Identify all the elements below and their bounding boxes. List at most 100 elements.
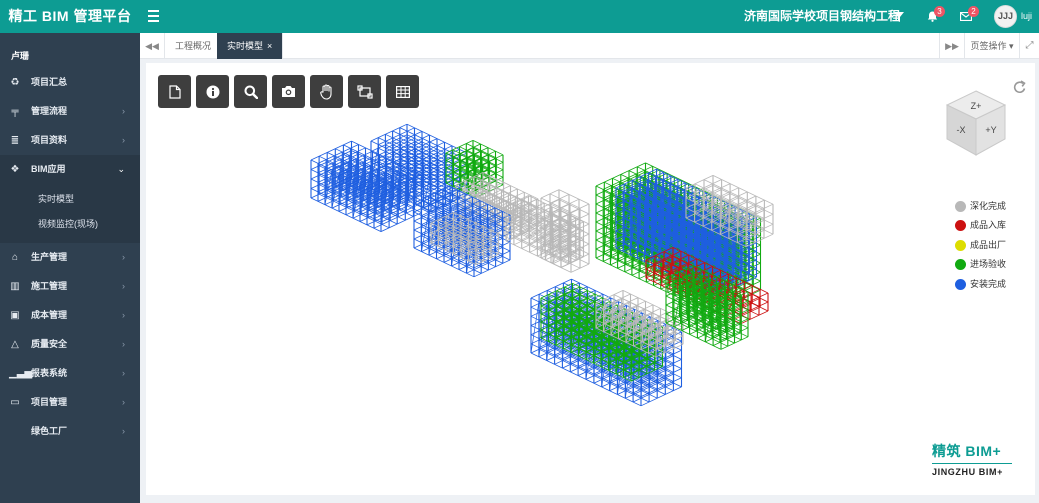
fullscreen-icon[interactable]: ⤢ bbox=[1019, 33, 1039, 59]
chevron-right-icon: › bbox=[122, 252, 125, 262]
legend-label: 成品出厂 bbox=[970, 239, 1007, 250]
info-icon bbox=[206, 85, 219, 98]
sidebar-item-label: 质量安全 bbox=[31, 339, 68, 349]
tab-scroll-left-icon[interactable]: ◀◀ bbox=[140, 33, 165, 59]
cubes-icon: ❖ bbox=[10, 164, 20, 175]
model-viewer[interactable]: Z+ -X +Y 深化完成 成品入库 成品出厂 进场验收 安装完成 精筑 BIM… bbox=[146, 63, 1035, 495]
caret-down-icon: ▾ bbox=[1009, 41, 1014, 51]
sidebar-item-cost[interactable]: ▣ 成本管理 › bbox=[0, 301, 140, 330]
messages-badge: 2 bbox=[968, 6, 979, 17]
bim-3d-model[interactable] bbox=[146, 63, 1035, 495]
chevron-right-icon: › bbox=[122, 426, 125, 436]
sidebar-item-project-mgmt[interactable]: ▭ 项目管理 › bbox=[0, 388, 140, 417]
reset-view-icon[interactable] bbox=[1012, 79, 1028, 95]
sidebar-item-label: 成本管理 bbox=[31, 310, 68, 320]
tab-label: 实时模型 bbox=[227, 41, 264, 51]
chevron-right-icon: › bbox=[122, 339, 125, 349]
search-icon bbox=[244, 85, 258, 99]
project-title[interactable]: 济南国际学校项目钢结构工程 bbox=[744, 0, 900, 33]
sidebar-item-label: 项目管理 bbox=[31, 397, 68, 407]
search-button[interactable] bbox=[234, 75, 267, 108]
signal-icon: ▁▃▅ bbox=[9, 368, 33, 379]
sidebar-item-label: 绿色工厂 bbox=[31, 426, 68, 436]
legend-swatch bbox=[955, 278, 966, 290]
sidebar-item-production[interactable]: ⌂ 生产管理 › bbox=[0, 243, 140, 272]
legend-item-deepened: 深化完成 bbox=[955, 197, 1006, 216]
tab-operations-label: 页签操作 bbox=[970, 41, 1007, 51]
legend-item-installed: 安装完成 bbox=[955, 275, 1006, 294]
money-icon: ▣ bbox=[10, 310, 20, 321]
camera-button[interactable] bbox=[272, 75, 305, 108]
sidebar-item-reports[interactable]: ▁▃▅ 报表系统 › bbox=[0, 359, 140, 388]
sidebar-item-project-docs[interactable]: ≣ 项目资料 › bbox=[0, 126, 140, 155]
view-cube-face-right: +Y bbox=[985, 125, 996, 135]
tab-realtime-model[interactable]: 实时模型 × bbox=[217, 33, 284, 59]
messages-envelope-icon[interactable]: 2 bbox=[956, 0, 979, 33]
sidebar-item-label: 管理流程 bbox=[31, 106, 68, 116]
username[interactable]: luji bbox=[1021, 0, 1032, 33]
factory-icon: ⌂ bbox=[11, 252, 19, 263]
legend-label: 安装完成 bbox=[970, 278, 1007, 289]
chevron-right-icon: › bbox=[122, 106, 125, 116]
chevron-right-icon: › bbox=[122, 310, 125, 320]
status-legend: 深化完成 成品入库 成品出厂 进场验收 安装完成 bbox=[955, 197, 1006, 294]
fit-view-button[interactable] bbox=[348, 75, 381, 108]
jingzhu-logo: 精筑 BIM+ JINGZHU BIM+ bbox=[932, 441, 1020, 477]
desktop-icon: ▭ bbox=[10, 397, 20, 408]
legend-swatch bbox=[955, 259, 966, 271]
chevron-down-icon: ⌄ bbox=[117, 164, 125, 174]
sidebar-item-label: BIM应用 bbox=[31, 164, 66, 174]
legend-label: 深化完成 bbox=[970, 201, 1007, 211]
logo-text-en: JINGZHU BIM+ bbox=[932, 467, 1003, 477]
tab-bar: ◀◀ 工程概况 实时模型 × ▶▶ 页签操作 ▾ ⤢ bbox=[140, 33, 1039, 59]
logo-divider bbox=[932, 463, 1012, 464]
legend-label: 进场验收 bbox=[970, 259, 1007, 270]
chevron-right-icon: › bbox=[122, 397, 125, 407]
tab-close-icon[interactable]: × bbox=[267, 41, 272, 51]
filter-icon[interactable] bbox=[889, 0, 909, 33]
sidebar-item-management-flow[interactable]: ╤ 管理流程 › bbox=[0, 97, 140, 126]
logo-text-cn: 精筑 BIM+ bbox=[932, 443, 1002, 459]
building-icon: ▥ bbox=[10, 281, 20, 292]
chevron-right-icon: › bbox=[122, 368, 125, 378]
sidebar-item-label: 项目汇总 bbox=[31, 77, 68, 87]
tab-operations-dropdown[interactable]: 页签操作 ▾ bbox=[964, 33, 1019, 59]
recycle-icon: ♻ bbox=[10, 77, 20, 88]
tab-label: 工程概况 bbox=[175, 41, 212, 51]
sidebar-subitem-video-monitor[interactable]: 视频监控(现场) bbox=[0, 212, 140, 237]
bell-icon: △ bbox=[11, 339, 19, 350]
file-icon bbox=[168, 84, 181, 99]
tab-scroll-right-icon[interactable]: ▶▶ bbox=[939, 33, 964, 59]
menu-toggle-icon[interactable] bbox=[148, 10, 159, 22]
view-cube[interactable]: Z+ -X +Y bbox=[943, 89, 1009, 159]
notifications-bell-icon[interactable]: 3 bbox=[922, 0, 945, 33]
fit-view-icon bbox=[356, 84, 373, 99]
sidebar-item-label: 项目资料 bbox=[31, 135, 68, 145]
legend-swatch bbox=[955, 220, 966, 232]
avatar[interactable]: JJJ bbox=[994, 5, 1017, 28]
legend-item-shipped: 成品出厂 bbox=[955, 236, 1006, 255]
file-button[interactable] bbox=[158, 75, 191, 108]
sidebar-item-green-factory[interactable]: 绿色工厂 › bbox=[0, 417, 140, 446]
sidebar-item-bim[interactable]: ❖ BIM应用 ⌄ bbox=[0, 155, 140, 184]
legend-label: 成品入库 bbox=[970, 220, 1007, 231]
sidebar-item-label: 生产管理 bbox=[31, 252, 68, 262]
table-button[interactable] bbox=[386, 75, 419, 108]
notifications-badge: 3 bbox=[934, 6, 945, 17]
chevron-right-icon: › bbox=[122, 135, 125, 145]
pan-hand-button[interactable] bbox=[310, 75, 343, 108]
footer-strip bbox=[140, 495, 1039, 503]
sidebar-item-construction[interactable]: ▥ 施工管理 › bbox=[0, 272, 140, 301]
sidebar-item-label: 施工管理 bbox=[31, 281, 68, 291]
top-navbar: 精工 BIM 管理平台 济南国际学校项目钢结构工程 3 2 JJJ luji bbox=[0, 0, 1039, 33]
sidebar-item-project-summary[interactable]: ♻ 项目汇总 bbox=[0, 68, 140, 97]
sidebar-item-quality-safety[interactable]: △ 质量安全 › bbox=[0, 330, 140, 359]
info-button[interactable] bbox=[196, 75, 229, 108]
legend-swatch bbox=[955, 239, 966, 251]
sidebar-user-label: 卢珊 bbox=[11, 51, 30, 61]
tab-project-overview[interactable]: 工程概况 bbox=[165, 33, 223, 59]
sidebar-subitem-realtime-model[interactable]: 实时模型 bbox=[0, 187, 140, 212]
table-icon bbox=[395, 85, 410, 98]
hand-icon bbox=[319, 83, 332, 100]
camera-icon bbox=[282, 86, 295, 97]
